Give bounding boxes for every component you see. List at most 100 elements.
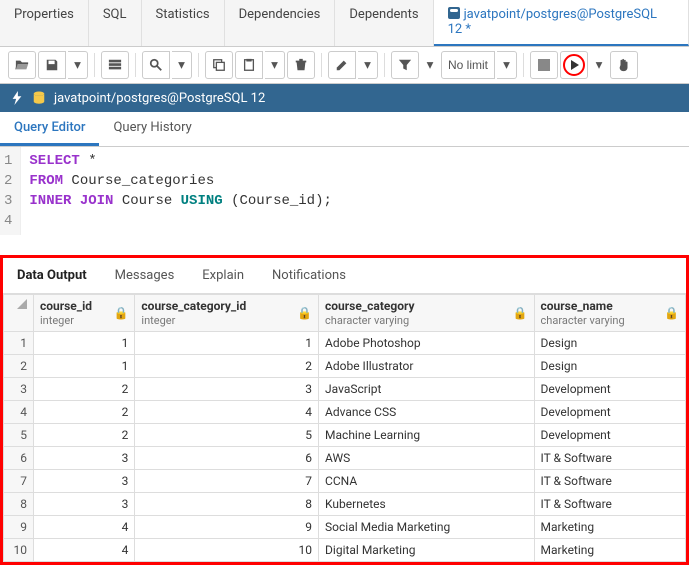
filter-icon [398, 58, 412, 72]
sql-editor[interactable]: 1234 SELECT * FROM Course_categories INN… [0, 147, 689, 235]
execute-dropdown[interactable]: ▾ [590, 51, 608, 79]
cell-course-category-id[interactable]: 8 [135, 493, 319, 516]
table-row[interactable]: 737CCNAIT & Software [4, 470, 686, 493]
cell-course-category-id[interactable]: 1 [135, 332, 319, 355]
row-number[interactable]: 10 [4, 539, 34, 562]
row-number[interactable]: 4 [4, 401, 34, 424]
cell-course-id[interactable]: 4 [34, 539, 135, 562]
edit-dropdown[interactable]: ▾ [358, 51, 378, 79]
cell-course-category-id[interactable]: 9 [135, 516, 319, 539]
edit-data-button[interactable] [101, 51, 129, 79]
grid-corner[interactable] [4, 295, 34, 332]
table-row[interactable]: 838KubernetesIT & Software [4, 493, 686, 516]
cell-course-name[interactable]: IT & Software [534, 493, 685, 516]
row-number[interactable]: 8 [4, 493, 34, 516]
cell-course-category[interactable]: AWS [319, 447, 535, 470]
cell-course-name[interactable]: Development [534, 378, 685, 401]
cell-course-category[interactable]: JavaScript [319, 378, 535, 401]
tab-statistics[interactable]: Statistics [142, 0, 225, 46]
paste-dropdown[interactable]: ▾ [265, 51, 285, 79]
col-header-course-name[interactable]: course_namecharacter varying🔒 [534, 295, 685, 332]
code-area[interactable]: SELECT * FROM Course_categories INNER JO… [21, 147, 689, 235]
cell-course-category-id[interactable]: 6 [135, 447, 319, 470]
col-header-course-category[interactable]: course_categorycharacter varying🔒 [319, 295, 535, 332]
tab-dependencies[interactable]: Dependencies [225, 0, 336, 46]
tab-query-tool[interactable]: javatpoint/postgres@PostgreSQL 12 * [434, 0, 689, 46]
cell-course-category[interactable]: CCNA [319, 470, 535, 493]
row-number[interactable]: 2 [4, 355, 34, 378]
cell-course-category-id[interactable]: 3 [135, 378, 319, 401]
copy-button[interactable] [205, 51, 233, 79]
filter-dropdown[interactable]: ▾ [421, 51, 439, 79]
tab-sql[interactable]: SQL [89, 0, 142, 46]
cell-course-category[interactable]: Social Media Marketing [319, 516, 535, 539]
cell-course-category[interactable]: Kubernetes [319, 493, 535, 516]
table-row[interactable]: 424Advance CSSDevelopment [4, 401, 686, 424]
cell-course-id[interactable]: 1 [34, 355, 135, 378]
cell-course-category-id[interactable]: 10 [135, 539, 319, 562]
cell-course-id[interactable]: 1 [34, 332, 135, 355]
cell-course-category[interactable]: Digital Marketing [319, 539, 535, 562]
cell-course-name[interactable]: Marketing [534, 516, 685, 539]
row-number[interactable]: 9 [4, 516, 34, 539]
cell-course-name[interactable]: Design [534, 355, 685, 378]
cell-course-category-id[interactable]: 7 [135, 470, 319, 493]
tab-query-editor[interactable]: Query Editor [0, 112, 99, 146]
cell-course-category[interactable]: Machine Learning [319, 424, 535, 447]
cell-course-category[interactable]: Advance CSS [319, 401, 535, 424]
find-dropdown[interactable]: ▾ [172, 51, 192, 79]
tab-properties[interactable]: Properties [0, 0, 89, 46]
table-row[interactable]: 10410Digital MarketingMarketing [4, 539, 686, 562]
delete-button[interactable] [287, 51, 315, 79]
cell-course-name[interactable]: Design [534, 332, 685, 355]
explain-button[interactable] [610, 51, 638, 79]
cell-course-id[interactable]: 2 [34, 378, 135, 401]
row-number[interactable]: 5 [4, 424, 34, 447]
table-row[interactable]: 949Social Media MarketingMarketing [4, 516, 686, 539]
cell-course-name[interactable]: IT & Software [534, 470, 685, 493]
table-row[interactable]: 212Adobe IllustratorDesign [4, 355, 686, 378]
find-button[interactable] [142, 51, 170, 79]
tab-data-output[interactable]: Data Output [3, 264, 101, 287]
limit-select[interactable]: No limit [441, 51, 495, 79]
cell-course-name[interactable]: IT & Software [534, 447, 685, 470]
row-number[interactable]: 6 [4, 447, 34, 470]
table-row[interactable]: 111Adobe PhotoshopDesign [4, 332, 686, 355]
paste-button[interactable] [235, 51, 263, 79]
cell-course-name[interactable]: Development [534, 401, 685, 424]
cell-course-category-id[interactable]: 2 [135, 355, 319, 378]
cell-course-category[interactable]: Adobe Photoshop [319, 332, 535, 355]
row-number[interactable]: 7 [4, 470, 34, 493]
open-file-button[interactable] [8, 51, 36, 79]
cell-course-name[interactable]: Marketing [534, 539, 685, 562]
cell-course-id[interactable]: 3 [34, 447, 135, 470]
row-number[interactable]: 3 [4, 378, 34, 401]
table-row[interactable]: 525Machine LearningDevelopment [4, 424, 686, 447]
cell-course-category-id[interactable]: 4 [135, 401, 319, 424]
tab-messages[interactable]: Messages [101, 264, 189, 287]
execute-button[interactable] [560, 51, 588, 79]
tab-query-history[interactable]: Query History [99, 112, 205, 146]
edit-button[interactable] [328, 51, 356, 79]
cell-course-id[interactable]: 2 [34, 401, 135, 424]
limit-dropdown[interactable]: ▾ [497, 51, 517, 79]
cell-course-category[interactable]: Adobe Illustrator [319, 355, 535, 378]
cell-course-id[interactable]: 3 [34, 493, 135, 516]
filter-button[interactable] [391, 51, 419, 79]
tab-dependents[interactable]: Dependents [335, 0, 433, 46]
table-row[interactable]: 323JavaScriptDevelopment [4, 378, 686, 401]
tab-notifications[interactable]: Notifications [258, 264, 360, 287]
cell-course-category-id[interactable]: 5 [135, 424, 319, 447]
save-button[interactable] [38, 51, 66, 79]
row-number[interactable]: 1 [4, 332, 34, 355]
col-header-course-category-id[interactable]: course_category_idinteger🔒 [135, 295, 319, 332]
col-header-course-id[interactable]: course_idinteger🔒 [34, 295, 135, 332]
table-row[interactable]: 636AWSIT & Software [4, 447, 686, 470]
cell-course-id[interactable]: 3 [34, 470, 135, 493]
stop-button[interactable] [530, 51, 558, 79]
cell-course-name[interactable]: Development [534, 424, 685, 447]
tab-explain[interactable]: Explain [188, 264, 258, 287]
cell-course-id[interactable]: 2 [34, 424, 135, 447]
save-dropdown[interactable]: ▾ [68, 51, 88, 79]
cell-course-id[interactable]: 4 [34, 516, 135, 539]
